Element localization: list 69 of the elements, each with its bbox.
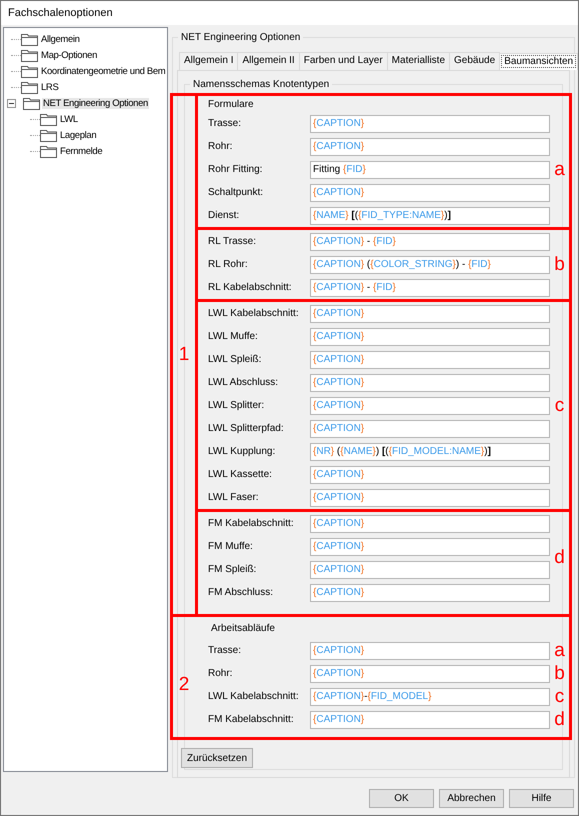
- tree-item[interactable]: Allgemein: [40, 34, 81, 44]
- annotation-letter: a: [553, 640, 566, 660]
- folder-icon: [23, 96, 40, 110]
- folder-icon: [40, 128, 57, 142]
- field-label: LWL Splitterpfad:: [207, 423, 285, 434]
- annotation-letter: a: [554, 158, 565, 180]
- annotation-number: 1: [178, 345, 190, 365]
- field-label: LWL Abschluss:: [207, 377, 280, 388]
- dialog-button[interactable]: Abbrechen: [439, 789, 504, 808]
- field-label: LWL Kupplung:: [207, 446, 276, 457]
- dialog-button[interactable]: OK: [369, 789, 434, 808]
- text-field[interactable]: {CAPTION} ({COLOR_STRING}) - {FID}: [310, 256, 550, 274]
- field-label: RL Kabelabschnitt:: [207, 282, 293, 293]
- reset-button[interactable]: Zurücksetzen: [181, 748, 254, 768]
- field-label: FM Abschluss:: [207, 587, 274, 598]
- collapse-icon[interactable]: [7, 98, 16, 108]
- field-label: Rohr:: [207, 668, 234, 679]
- folder-icon: [21, 80, 38, 94]
- text-field[interactable]: Fitting {FID}: [310, 160, 550, 178]
- field-label: LWL Muffe:: [207, 331, 259, 342]
- field-label: LWL Kabelabschnitt:: [207, 308, 300, 319]
- dialog-button[interactable]: Hilfe: [509, 789, 574, 808]
- window-title: Fachschalenoptionen: [1, 1, 578, 25]
- text-field[interactable]: {CAPTION}-{FID_MODEL}: [310, 688, 550, 706]
- field-label: Rohr Fitting:: [207, 164, 264, 175]
- tree-item[interactable]: Koordinatengeometrie und Bem: [40, 66, 166, 76]
- annotation-letter: d: [554, 547, 565, 569]
- field-label: FM Muffe:: [207, 541, 254, 552]
- text-field[interactable]: {CAPTION} - {FID}: [310, 232, 550, 250]
- field-label: FM Kabelabschnitt:: [207, 714, 295, 725]
- annotation-number: 2: [178, 674, 190, 696]
- text-field[interactable]: {NAME} [({FID_TYPE:NAME})]: [310, 206, 550, 224]
- field-label: LWL Faser:: [207, 492, 260, 503]
- field-label: Schaltpunkt:: [207, 187, 264, 198]
- tab[interactable]: Baumansichten: [499, 53, 578, 70]
- folder-icon: [21, 32, 38, 46]
- field-label: RL Trasse:: [207, 236, 257, 247]
- field-label: Dienst:: [207, 210, 240, 221]
- field-label: FM Spleiß:: [207, 564, 258, 575]
- folder-icon: [21, 48, 38, 62]
- tree-item[interactable]: NET Engineering Optionen: [42, 98, 149, 108]
- field-label: LWL Kabelabschnitt:: [207, 691, 300, 702]
- annotation-letter: c: [554, 686, 566, 706]
- group-title: Formulare: [208, 99, 254, 110]
- field-label: LWL Splitter:: [207, 400, 266, 411]
- group-title: NET Engineering Optionen: [178, 31, 304, 44]
- group-title: Namensschemas Knotentypen: [190, 78, 332, 91]
- tree-item[interactable]: Map-Optionen: [40, 50, 98, 60]
- field-label: LWL Spleiß:: [207, 354, 262, 365]
- field-label: Rohr:: [207, 141, 234, 152]
- folder-icon: [40, 112, 57, 126]
- tree-item[interactable]: LRS: [40, 82, 60, 92]
- tree-item[interactable]: Lageplan: [59, 130, 98, 140]
- field-label: Trasse:: [207, 118, 242, 129]
- tab[interactable]: Allgemein I: [179, 52, 238, 70]
- annotation-letter: d: [553, 710, 566, 730]
- field-label: Trasse:: [207, 645, 242, 656]
- field-label: FM Kabelabschnitt:: [207, 518, 295, 529]
- text-field[interactable]: {CAPTION} - {FID}: [310, 278, 550, 296]
- folder-icon: [40, 144, 57, 158]
- tree-item[interactable]: Fernmelde: [59, 146, 104, 156]
- annotation-letter: b: [554, 254, 565, 276]
- tree-item[interactable]: LWL: [59, 114, 79, 124]
- field-label: RL Rohr:: [207, 259, 249, 270]
- annotation-letter: b: [553, 664, 566, 684]
- text-field[interactable]: {NR} ({NAME}) [({FID_MODEL:NAME})]: [310, 442, 550, 460]
- annotation-letter: c: [554, 394, 564, 416]
- field-label: LWL Kassette:: [207, 469, 273, 480]
- folder-icon: [21, 64, 38, 78]
